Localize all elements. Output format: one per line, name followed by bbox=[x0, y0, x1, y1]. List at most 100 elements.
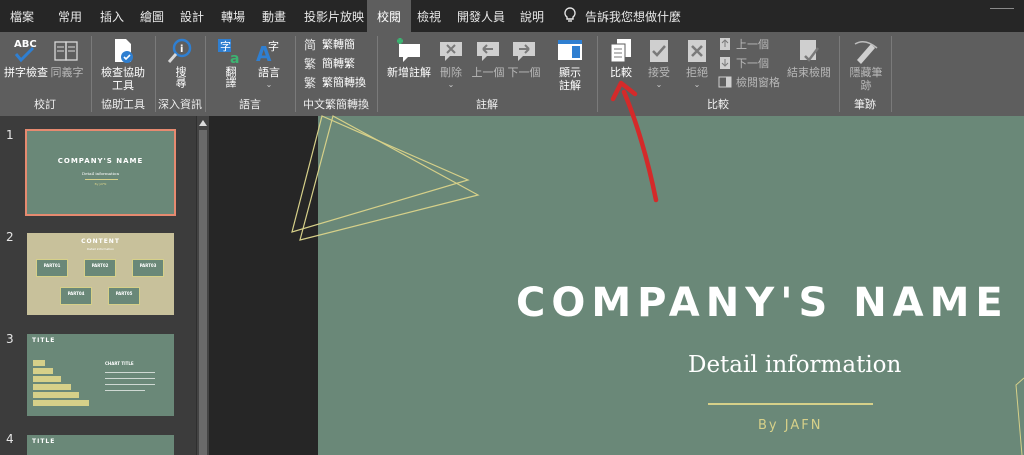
tab-file[interactable]: 檔案 bbox=[10, 0, 34, 32]
thumb-part-box: PART01 bbox=[36, 259, 68, 277]
slide-thumbnail-1[interactable]: COMPANY'S NAME Detail information By JAF… bbox=[25, 129, 176, 216]
svg-text:繁: 繁 bbox=[304, 75, 316, 89]
chinese-conversion-button[interactable]: 繁 繁簡轉換 bbox=[304, 74, 366, 90]
slide-byline[interactable]: By JAFN bbox=[758, 418, 822, 433]
hide-ink-icon bbox=[851, 36, 881, 66]
new-comment-button[interactable]: 新增註解 bbox=[384, 36, 434, 79]
group-label-compare: 比較 bbox=[707, 98, 729, 111]
slide-thumbnail-4[interactable]: TITLE bbox=[27, 435, 174, 455]
hide-ink-label-2: 跡 bbox=[860, 79, 872, 92]
tab-transitions[interactable]: 轉場 bbox=[221, 0, 245, 32]
tab-insert[interactable]: 插入 bbox=[100, 0, 124, 32]
slide-title[interactable]: COMPANY'S NAME bbox=[516, 280, 1009, 326]
previous-comment-label: 上一個 bbox=[471, 66, 505, 79]
simp-to-trad-button[interactable]: 繁 簡轉繁 bbox=[304, 55, 355, 71]
group-separator bbox=[891, 36, 892, 112]
group-label-comments: 註解 bbox=[476, 98, 498, 111]
trad-to-simp-label: 繁轉簡 bbox=[322, 38, 355, 51]
accessibility-check-icon bbox=[108, 36, 138, 66]
svg-text:简: 简 bbox=[304, 38, 316, 51]
tab-help[interactable]: 說明 bbox=[520, 0, 544, 32]
tab-draw[interactable]: 繪圖 bbox=[140, 0, 164, 32]
reviewing-pane-label: 檢閱窗格 bbox=[736, 76, 780, 89]
trad-to-simp-button[interactable]: 简 繁轉簡 bbox=[304, 36, 355, 52]
tell-me-search[interactable]: 告訴我您想做什麼 bbox=[563, 0, 681, 32]
previous-change-button[interactable]: 上一個 bbox=[718, 36, 769, 52]
hide-ink-label-1: 隱藏筆 bbox=[849, 66, 883, 79]
translate-label: 翻譯 bbox=[224, 66, 237, 88]
tab-review[interactable]: 校閱 bbox=[367, 0, 412, 32]
thumb-title: TITLE bbox=[32, 438, 56, 445]
group-proofing: ABC 拼字檢查 同義字 校訂 bbox=[0, 32, 90, 116]
tab-developer[interactable]: 開發人員 bbox=[457, 0, 505, 32]
thumbnail-scrollbar[interactable] bbox=[196, 116, 209, 455]
thumb-subtitle: Detail information bbox=[81, 171, 120, 176]
tell-me-text: 告訴我您想做什麼 bbox=[585, 9, 682, 24]
delete-comment-button[interactable]: 刪除 ⌄ bbox=[436, 36, 466, 89]
new-comment-icon bbox=[394, 36, 424, 66]
slide-thumbnail-3[interactable]: TITLE CHART TITLE bbox=[27, 334, 174, 416]
slide-thumbnail-pane: 1 COMPANY'S NAME Detail information By J… bbox=[0, 116, 196, 455]
current-slide[interactable]: COMPANY'S NAME Detail information By JAF… bbox=[318, 116, 1024, 455]
window-control-mark bbox=[990, 8, 1014, 9]
reject-label: 拒絕 bbox=[686, 66, 708, 79]
spelling-button[interactable]: ABC 拼字檢查 bbox=[4, 36, 48, 79]
thumb-subtitle: Detail information bbox=[86, 247, 115, 251]
simp-to-trad-icon: 繁 bbox=[304, 56, 318, 70]
accept-button[interactable]: 接受 ⌄ bbox=[644, 36, 674, 89]
scrollbar-thumb[interactable] bbox=[199, 130, 207, 455]
spelling-check-icon: ABC bbox=[11, 36, 41, 66]
thumb-part-box: PART03 bbox=[132, 259, 164, 277]
reject-button[interactable]: 拒絕 ⌄ bbox=[682, 36, 712, 89]
slide-accent-line bbox=[708, 403, 873, 405]
thumb-rule bbox=[85, 179, 118, 180]
thumb-title: TITLE bbox=[32, 337, 56, 344]
next-comment-label: 下一個 bbox=[507, 66, 541, 79]
group-label-language: 語言 bbox=[239, 98, 261, 111]
tab-slideshow[interactable]: 投影片放映 bbox=[304, 0, 364, 32]
smart-lookup-button[interactable]: i 搜尋 bbox=[165, 36, 195, 88]
next-change-button[interactable]: 下一個 bbox=[718, 55, 769, 71]
slide-detail[interactable]: Detail information bbox=[688, 352, 901, 378]
chinese-conversion-label: 繁簡轉換 bbox=[322, 76, 366, 89]
chinese-conversion-icon: 繁 bbox=[304, 75, 318, 89]
hide-ink-button[interactable]: 隱藏筆 跡 ⌄ bbox=[846, 36, 886, 102]
check-accessibility-label-1: 檢查協助 bbox=[101, 66, 145, 79]
show-comments-label-2: 註解 bbox=[559, 79, 581, 92]
thumb-part-box: PART02 bbox=[84, 259, 116, 277]
next-comment-button[interactable]: 下一個 bbox=[506, 36, 542, 79]
svg-text:a: a bbox=[230, 51, 239, 66]
accept-label: 接受 bbox=[648, 66, 670, 79]
end-review-button[interactable]: 結束檢閱 bbox=[786, 36, 832, 79]
compare-button[interactable]: 比較 bbox=[606, 36, 636, 79]
group-comments: 新增註解 刪除 ⌄ 上一個 下一個 顯示 註解 註解 bbox=[378, 32, 596, 116]
group-label-ink: 筆跡 bbox=[854, 98, 876, 111]
smart-lookup-label: 搜尋 bbox=[174, 66, 187, 88]
thesaurus-label: 同義字 bbox=[50, 66, 84, 79]
thumb-bar bbox=[33, 368, 53, 374]
svg-text:繁: 繁 bbox=[304, 56, 316, 70]
tab-home[interactable]: 常用 bbox=[58, 0, 82, 32]
translate-button[interactable]: 字a 翻譯 bbox=[214, 36, 246, 88]
tab-animations[interactable]: 動畫 bbox=[262, 0, 286, 32]
thumb-bar bbox=[33, 400, 89, 406]
next-change-icon bbox=[718, 56, 732, 70]
reviewing-pane-button[interactable]: 檢閱窗格 bbox=[718, 74, 780, 90]
ribbon-tabs: 檔案 常用 插入 繪圖 設計 轉場 動畫 投影片放映 校閱 檢視 開發人員 說明… bbox=[0, 0, 1024, 32]
scroll-up-arrow-icon[interactable] bbox=[198, 118, 208, 128]
slide-thumbnail-2[interactable]: CONTENT Detail information PART01 PART02… bbox=[27, 233, 174, 315]
check-accessibility-button[interactable]: 檢查協助 工具 ⌄ bbox=[98, 36, 148, 102]
show-comments-button[interactable]: 顯示 註解 bbox=[550, 36, 590, 92]
tab-design[interactable]: 設計 bbox=[180, 0, 204, 32]
previous-comment-icon bbox=[473, 36, 503, 66]
previous-comment-button[interactable]: 上一個 bbox=[470, 36, 506, 79]
previous-change-icon bbox=[718, 37, 732, 51]
thumb-byline: By JAFN bbox=[94, 182, 107, 186]
group-label-accessibility: 協助工具 bbox=[101, 98, 145, 111]
new-comment-label: 新增註解 bbox=[387, 66, 431, 79]
tab-view[interactable]: 檢視 bbox=[417, 0, 441, 32]
language-icon: A字 bbox=[254, 36, 284, 66]
group-label-proofing: 校訂 bbox=[34, 98, 56, 111]
language-button[interactable]: A字 語言 ⌄ bbox=[252, 36, 286, 89]
thesaurus-button[interactable]: 同義字 bbox=[48, 36, 86, 79]
